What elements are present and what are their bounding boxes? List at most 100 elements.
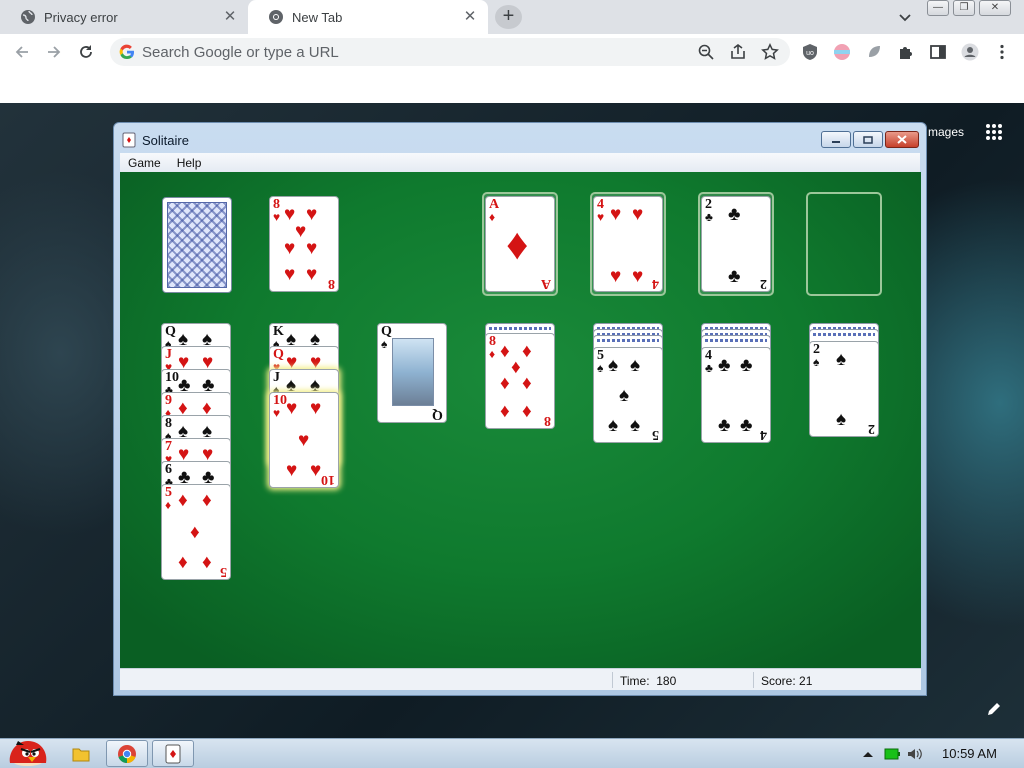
heart-pip: ♥ (286, 398, 298, 419)
side-panel-icon[interactable] (929, 43, 947, 61)
browser-toolbar: uo (0, 34, 1024, 70)
card-suit: ♥ (597, 210, 605, 224)
extension-flag-icon[interactable] (833, 43, 851, 61)
stock-pile[interactable] (162, 197, 232, 293)
bookmark-bar-area (0, 70, 1024, 103)
new-tab-button[interactable]: + (495, 5, 522, 29)
volume-icon[interactable] (906, 746, 922, 762)
diamond-pip: ♦ (506, 220, 529, 269)
waste-card[interactable]: 8 ♥ ♥ ♥ ♥ ♥ ♥ ♥ ♥ 8 (269, 196, 339, 292)
more-menu-icon[interactable] (993, 43, 1011, 61)
extension-leaf-icon[interactable] (865, 43, 883, 61)
foundation-card-3[interactable]: 2 ♣ ♣ ♣ 2 (701, 196, 771, 292)
profile-avatar-icon[interactable] (961, 43, 979, 61)
battery-icon[interactable] (884, 746, 900, 762)
taskbar-clock[interactable]: 10:59 AM (942, 746, 997, 761)
taskbar-explorer[interactable] (60, 740, 102, 767)
foundation-slot-1[interactable]: A ♦ ♦ A (482, 192, 558, 296)
taskbar-chrome[interactable] (106, 740, 148, 767)
tableau-card-5-spades[interactable]: 5 ♠ ♠ ♠ ♠ ♠ ♠ 5 (593, 347, 663, 443)
diamond-pip: ♦ (522, 341, 532, 362)
card-back-stripe (705, 339, 767, 342)
tab-new-tab[interactable]: New Tab ✕ (248, 0, 488, 34)
tab-strip: Privacy error ✕ New Tab ✕ + — ❐ ✕ (0, 0, 1024, 34)
foundation-card-2[interactable]: 4 ♥ ♥ ♥ ♥ ♥ 4 (593, 196, 663, 292)
ublock-extension-icon[interactable]: uo (801, 43, 819, 61)
globe-icon (21, 10, 35, 24)
card-suit: ♦ (489, 210, 496, 224)
heart-pip: ♥ (295, 221, 307, 242)
close-icon (897, 135, 907, 144)
foundation-card-1[interactable]: A ♦ ♦ A (485, 196, 555, 292)
forward-icon[interactable] (45, 43, 63, 61)
club-pip: ♣ (740, 355, 753, 376)
card-suit: ♦ (165, 498, 172, 512)
heart-pip: ♥ (284, 238, 296, 259)
close-tab-icon[interactable]: ✕ (462, 9, 478, 25)
share-icon[interactable] (729, 43, 747, 61)
spade-pip: ♠ (608, 415, 619, 436)
card-back-stripe (813, 333, 875, 336)
back-icon[interactable] (13, 43, 31, 61)
taskbar-solitaire[interactable] (152, 740, 194, 767)
heart-pip: ♥ (310, 398, 322, 419)
score-label: Score: (761, 674, 796, 688)
menu-help[interactable]: Help (169, 156, 210, 170)
omnibox[interactable] (110, 38, 790, 66)
maximize-icon (863, 135, 873, 144)
card-rank-bottom: 4 (652, 276, 659, 291)
bookmark-star-icon[interactable] (761, 43, 779, 61)
solitaire-window-controls (819, 131, 919, 148)
tray-expand-icon[interactable] (860, 746, 876, 762)
spade-pip: ♠ (630, 415, 641, 436)
foundation-slot-2[interactable]: 4 ♥ ♥ ♥ ♥ ♥ 4 (590, 192, 666, 296)
tab-privacy-error[interactable]: Privacy error ✕ (0, 0, 248, 34)
diamond-pip: ♦ (190, 522, 200, 543)
tableau-card-queen-spades[interactable]: Q ♠ Q (377, 323, 447, 423)
restore-button[interactable]: ❐ (953, 0, 975, 16)
search-input[interactable] (142, 41, 682, 63)
solitaire-window: Solitaire Game Help 8 ♥ ♥ ♥ ♥ ♥ ♥ ♥ ♥ 8 … (113, 122, 927, 696)
diamond-pip: ♦ (500, 341, 510, 362)
card-rank-bottom: 8 (328, 276, 335, 291)
card-suit: ♥ (273, 210, 281, 224)
tableau-card[interactable]: 10 ♥ ♥ ♥ ♥ ♥ ♥ 10 (269, 392, 339, 488)
google-icon (119, 44, 134, 60)
foundation-slot-4-empty[interactable] (806, 192, 882, 296)
start-button-angry-bird-icon[interactable] (4, 733, 50, 768)
card-back-stripe (597, 339, 659, 342)
images-link[interactable]: mages (928, 125, 964, 139)
solitaire-close-button[interactable] (885, 131, 919, 148)
foundation-slot-3[interactable]: 2 ♣ ♣ ♣ 2 (698, 192, 774, 296)
card-suit: ♣ (705, 361, 713, 375)
time-display: Time: 180 (620, 674, 676, 688)
minimize-button[interactable]: — (927, 0, 949, 16)
menu-game[interactable]: Game (120, 156, 169, 170)
status-separator (612, 672, 613, 688)
close-tab-icon[interactable]: ✕ (222, 9, 238, 25)
card-suit: ♣ (705, 210, 713, 224)
heart-pip: ♥ (286, 460, 298, 481)
reload-icon[interactable] (77, 43, 95, 61)
tableau-card-2-spades[interactable]: 2 ♠ ♠ ♠ 2 (809, 341, 879, 437)
chevron-down-icon[interactable] (896, 8, 914, 26)
diamond-pip: ♦ (522, 401, 532, 422)
card-rank-bottom: 5 (652, 427, 659, 442)
card-rank-bottom: 5 (220, 564, 227, 579)
customize-pencil-icon[interactable] (986, 701, 1002, 717)
card-rank-bottom: 4 (760, 427, 767, 442)
close-window-button[interactable]: ✕ (979, 0, 1011, 16)
heart-pip: ♥ (610, 204, 622, 225)
tableau-card[interactable]: 5 ♦ ♦ ♦ ♦ ♦ ♦ 5 (161, 484, 231, 580)
solitaire-minimize-button[interactable] (821, 131, 851, 148)
spade-pip: ♠ (836, 409, 847, 430)
zoom-out-icon[interactable] (697, 43, 715, 61)
tableau-card-8-diamonds[interactable]: 8 ♦ ♦ ♦ ♦ ♦ ♦ ♦ ♦ 8 (485, 333, 555, 429)
solitaire-maximize-button[interactable] (853, 131, 883, 148)
chrome-logo-icon (118, 744, 136, 763)
diamond-pip: ♦ (511, 357, 521, 378)
apps-grid-icon[interactable] (985, 123, 1003, 141)
tableau-card-4-clubs[interactable]: 4 ♣ ♣ ♣ ♣ ♣ 4 (701, 347, 771, 443)
extensions-puzzle-icon[interactable] (897, 43, 915, 61)
card-suit: ♠ (597, 361, 604, 375)
